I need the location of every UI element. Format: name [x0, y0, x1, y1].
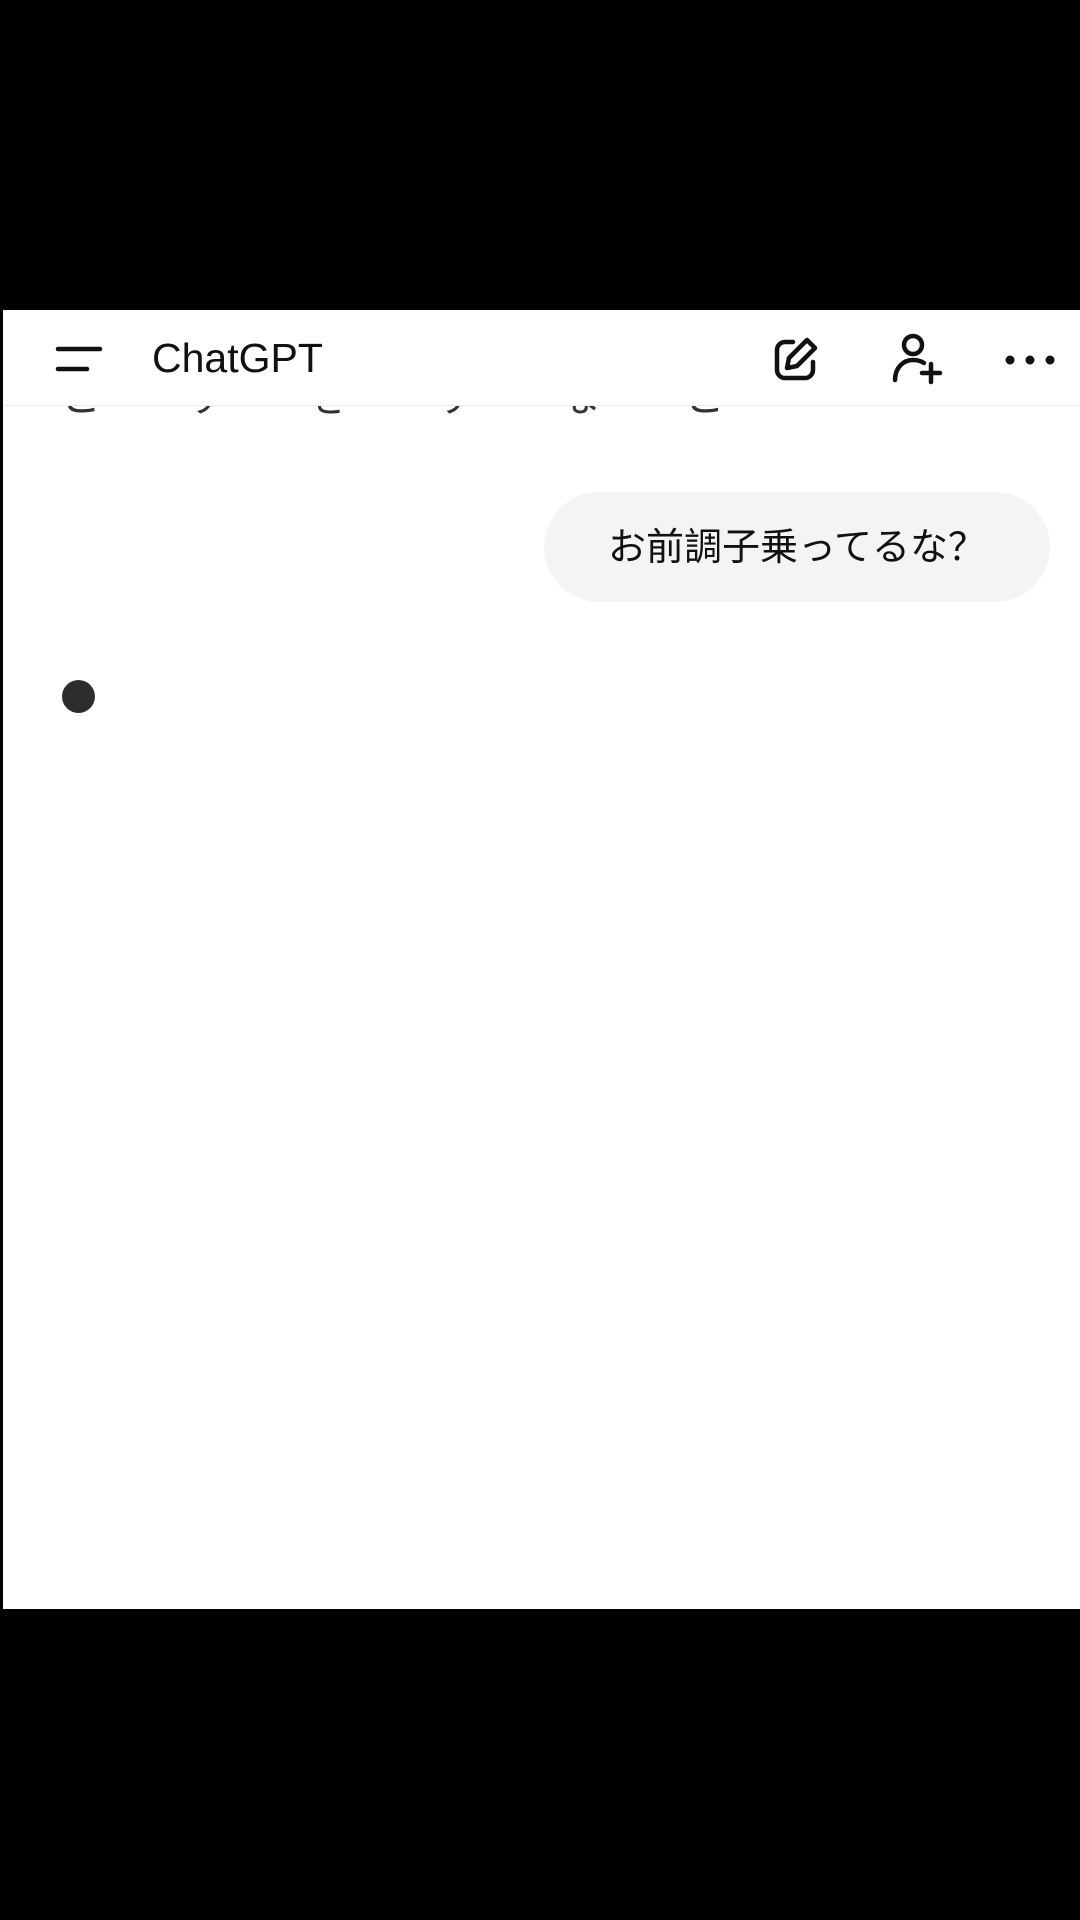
chat-screen: ChatGPT こ す き す な こ お前調子乗ってるな？: [3, 310, 1080, 1609]
more-horizontal-icon: [1005, 355, 1055, 365]
add-person-icon: [892, 333, 943, 385]
menu-icon: [55, 346, 103, 372]
letterbox-bottom: [0, 1609, 1080, 1920]
typing-indicator-dot: [62, 680, 95, 713]
edit-icon: [774, 337, 818, 381]
user-message-text: お前調子乗ってるな？: [607, 525, 987, 569]
app-title[interactable]: ChatGPT: [152, 330, 323, 386]
more-options-button[interactable]: [998, 328, 1062, 392]
new-chat-button[interactable]: [763, 328, 827, 392]
letterbox-top: [0, 0, 1080, 310]
add-person-button[interactable]: [883, 328, 947, 392]
top-app-bar: ChatGPT: [3, 310, 1080, 406]
menu-button[interactable]: [49, 334, 109, 384]
user-message-bubble: お前調子乗ってるな？: [544, 492, 1050, 602]
